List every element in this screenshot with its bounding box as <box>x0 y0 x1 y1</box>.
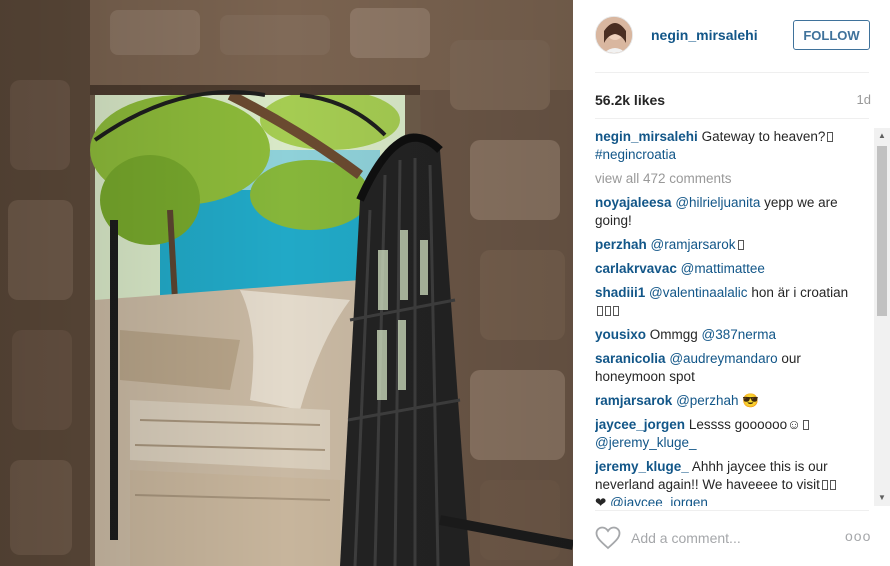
comment-item: shadiii1 @valentinaalalic hon är i croat… <box>595 284 857 320</box>
comment-mention[interactable]: @ramjarsarok <box>651 237 736 252</box>
post-header: negin_mirsalehi FOLLOW <box>573 0 890 72</box>
comment-mention[interactable]: @jaycee_jorgen <box>610 495 708 506</box>
missing-glyph-icon <box>821 480 828 490</box>
comment-username[interactable]: shadiii1 <box>595 285 645 300</box>
add-comment-input[interactable] <box>631 528 831 548</box>
comment-username[interactable]: yousixo <box>595 327 646 342</box>
view-all-comments-link[interactable]: view all 472 comments <box>595 170 857 188</box>
missing-glyph-icon <box>829 480 836 490</box>
header-divider <box>595 72 869 73</box>
scroll-down-arrow-icon[interactable]: ▼ <box>874 490 890 506</box>
photo-illustration <box>0 0 573 566</box>
post-stats: 56.2k likes 1d <box>595 92 871 110</box>
comment-username[interactable]: saranicolia <box>595 351 666 366</box>
scroll-up-arrow-icon[interactable]: ▲ <box>874 128 890 144</box>
missing-glyph-icon <box>802 420 809 430</box>
missing-glyph-icon <box>605 306 611 316</box>
post-sidebar: negin_mirsalehi FOLLOW 56.2k likes 1d ne… <box>573 0 890 566</box>
comment-item: yousixo Ommgg @387nerma <box>595 326 857 344</box>
missing-glyph-icon <box>597 306 603 316</box>
comment-item: saranicolia @audreymandaro our honeymoon… <box>595 350 857 386</box>
caption: negin_mirsalehi Gateway to heaven? #negi… <box>595 128 857 164</box>
heart-outline-icon[interactable] <box>595 526 621 550</box>
heart-emoji-icon: ❤ <box>595 495 607 506</box>
more-options-icon[interactable]: ooo <box>845 528 871 544</box>
footer-divider <box>595 510 869 511</box>
comment-item: ramjarsarok @perzhah 😎 <box>595 392 857 410</box>
comments-scrollbar[interactable]: ▲ ▼ <box>874 128 890 506</box>
comment-item: jeremy_kluge_ Ahhh jaycee this is our ne… <box>595 458 857 506</box>
comment-text: 😎 <box>738 393 760 408</box>
avatar-image <box>596 17 632 53</box>
missing-glyph-icon <box>827 132 834 142</box>
avatar[interactable] <box>595 16 633 54</box>
comment-mention[interactable]: @audreymandaro <box>669 351 777 366</box>
post-photo <box>0 0 573 566</box>
post-footer: ooo <box>573 512 890 566</box>
comment-username[interactable]: jaycee_jorgen <box>595 417 685 432</box>
follow-button[interactable]: FOLLOW <box>793 20 870 50</box>
comment-username[interactable]: ramjarsarok <box>595 393 672 408</box>
comment-username[interactable]: perzhah <box>595 237 647 252</box>
comment-mention[interactable]: @mattimattee <box>681 261 765 276</box>
comment-mention[interactable]: @perzhah <box>676 393 739 408</box>
comment-mention[interactable]: @hilrieljuanita <box>675 195 760 210</box>
caption-text: Gateway to heaven? <box>701 129 826 144</box>
comment-item: noyajaleesa @hilrieljuanita yepp we are … <box>595 194 857 230</box>
comment-mention[interactable]: @jeremy_kluge_ <box>595 435 697 450</box>
scrollbar-thumb[interactable] <box>877 146 887 316</box>
missing-glyph-icon <box>613 306 619 316</box>
comments-list: negin_mirsalehi Gateway to heaven? #negi… <box>595 128 857 506</box>
caption-username[interactable]: negin_mirsalehi <box>595 129 698 144</box>
comment-mention[interactable]: @valentinaalalic <box>649 285 748 300</box>
comment-mention[interactable]: @387nerma <box>702 327 777 342</box>
comment-item: jaycee_jorgen Lessss goooooo☺ @jeremy_kl… <box>595 416 857 452</box>
comment-text: Lessss goooooo☺ <box>688 417 801 432</box>
comment-username[interactable]: carlakrvavac <box>595 261 677 276</box>
comment-text: hon är i croatian <box>747 285 849 300</box>
comment-text: Ommgg <box>649 327 702 342</box>
comment-username[interactable]: jeremy_kluge_ <box>595 459 689 474</box>
post-age: 1d <box>856 92 871 107</box>
likes-count[interactable]: 56.2k likes <box>595 92 665 108</box>
comment-item: perzhah @ramjarsarok <box>595 236 857 254</box>
stats-divider <box>595 118 869 119</box>
comment-item: carlakrvavac @mattimattee <box>595 260 857 278</box>
author-username[interactable]: negin_mirsalehi <box>651 27 758 43</box>
caption-hashtag[interactable]: #negincroatia <box>595 147 676 162</box>
comment-username[interactable]: noyajaleesa <box>595 195 672 210</box>
missing-glyph-icon <box>737 240 744 250</box>
